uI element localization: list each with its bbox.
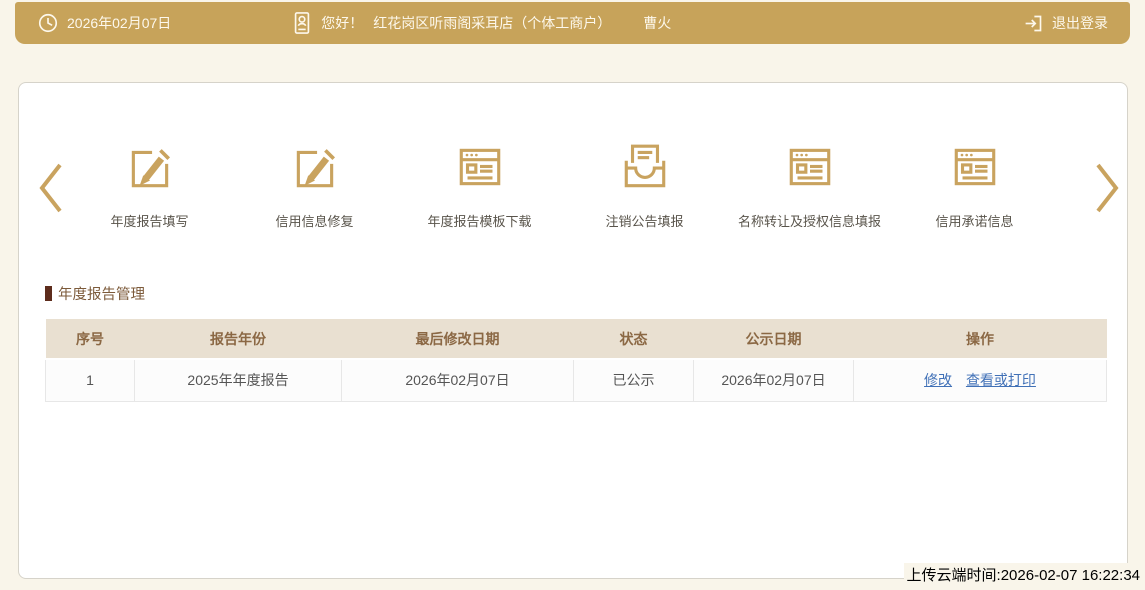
greeting-text: 您好！: [321, 15, 364, 31]
report-icon: [949, 141, 1001, 193]
col-header-last-modified: 最后修改日期: [341, 319, 574, 359]
menu-item-template-download[interactable]: 年度报告模板下载: [397, 141, 562, 230]
top-bar: 2026年02月07日 您好！ 红花岗区听雨阁采耳店（个体工商户） 曹火 退出登…: [15, 2, 1130, 44]
cell-status: 已公示: [573, 358, 694, 402]
col-header-status: 状态: [573, 319, 694, 359]
menu-item-annual-report-fill[interactable]: 年度报告填写: [67, 141, 232, 230]
menu-item-credit-commitment[interactable]: 信用承诺信息: [892, 141, 1057, 230]
inbox-icon: [619, 141, 671, 193]
col-header-publish-date: 公示日期: [693, 319, 854, 359]
annual-report-table: 序号 报告年份 最后修改日期 状态 公示日期 操作 1 2025年年度报告 20…: [45, 319, 1107, 402]
section-header: 年度报告管理: [45, 283, 145, 304]
feature-menu: 年度报告填写 信用信息修复 年度报告模板下载 注销公告填报 名称转让及授权信息填…: [67, 141, 1057, 230]
menu-item-name-transfer[interactable]: 名称转让及授权信息填报: [727, 141, 892, 230]
logout-icon: [1023, 13, 1044, 34]
menu-item-label: 信用承诺信息: [935, 214, 1014, 229]
logout-label: 退出登录: [1052, 15, 1108, 31]
company-name: 红花岗区听雨阁采耳店（个体工商户）: [373, 15, 612, 31]
clock-icon: [37, 12, 59, 34]
section-marker: [45, 286, 52, 301]
logout-button[interactable]: 退出登录: [1023, 13, 1108, 34]
cell-last-modified: 2026年02月07日: [341, 358, 574, 402]
cell-report-year: 2025年年度报告: [134, 358, 342, 402]
upload-time-text: 上传云端时间:2026-02-07 16:22:34: [903, 563, 1143, 586]
view-or-print-link[interactable]: 查看或打印: [966, 372, 1036, 388]
menu-item-label: 年度报告模板下载: [427, 214, 532, 229]
edit-icon: [124, 141, 176, 193]
col-header-actions: 操作: [853, 319, 1107, 359]
modify-link[interactable]: 修改: [924, 372, 952, 388]
menu-item-credit-repair[interactable]: 信用信息修复: [232, 141, 397, 230]
table-row: 1 2025年年度报告 2026年02月07日 已公示 2026年02月07日 …: [45, 358, 1107, 402]
cell-index: 1: [45, 358, 135, 402]
section-title: 年度报告管理: [58, 287, 145, 303]
cell-actions: 修改 查看或打印: [853, 358, 1107, 402]
menu-item-label: 名称转让及授权信息填报: [737, 214, 881, 229]
col-header-report-year: 报告年份: [134, 319, 342, 359]
carousel-next-button[interactable]: [1094, 161, 1120, 215]
user-badge-icon: [291, 10, 313, 36]
menu-item-label: 注销公告填报: [605, 214, 684, 229]
current-date: 2026年02月07日: [67, 15, 172, 31]
report-icon: [784, 141, 836, 193]
col-header-index: 序号: [45, 319, 135, 359]
report-icon: [454, 141, 506, 193]
main-panel: 年度报告填写 信用信息修复 年度报告模板下载 注销公告填报 名称转让及授权信息填…: [18, 82, 1128, 579]
cell-publish-date: 2026年02月07日: [693, 358, 854, 402]
edit-icon: [289, 141, 341, 193]
menu-item-label: 年度报告填写: [110, 214, 189, 229]
table-header-row: 序号 报告年份 最后修改日期 状态 公示日期 操作: [45, 319, 1107, 359]
user-name: 曹火: [643, 15, 672, 31]
carousel-prev-button[interactable]: [38, 161, 64, 215]
menu-item-label: 信用信息修复: [275, 214, 354, 229]
menu-item-cancellation-notice[interactable]: 注销公告填报: [562, 141, 727, 230]
